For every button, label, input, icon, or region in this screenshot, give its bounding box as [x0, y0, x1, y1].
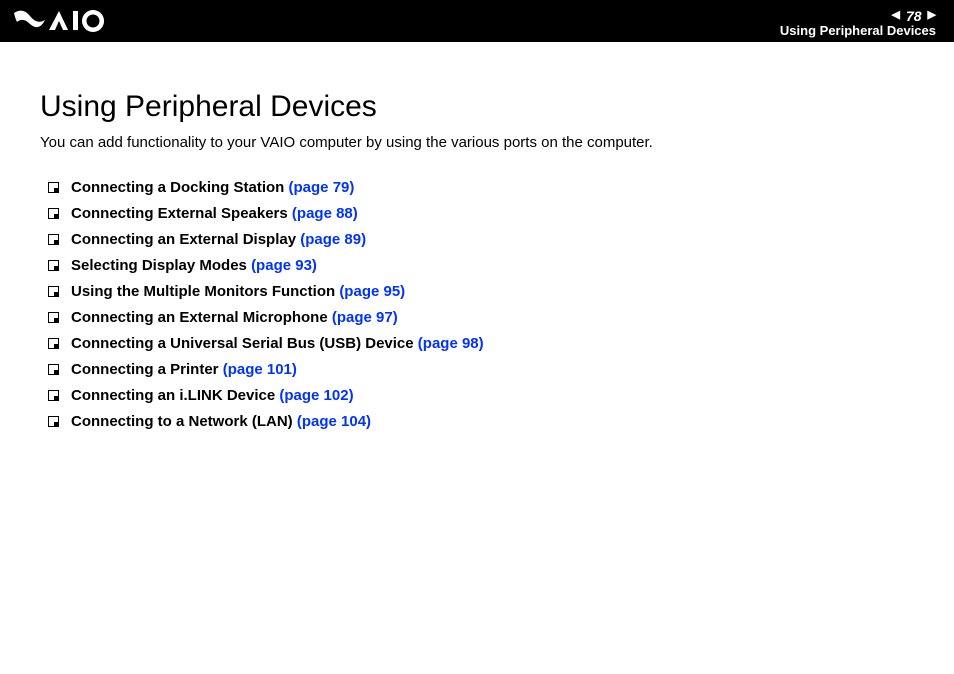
toc-page-ref[interactable]: (page 95): [339, 283, 405, 300]
bullet-icon: [48, 182, 59, 193]
toc-item: Connecting External Speakers (page 88): [48, 205, 914, 222]
bullet-icon: [48, 390, 59, 401]
toc-item-title: Connecting External Speakers: [71, 205, 288, 222]
header-right: ◀ 78 ▶ Using Peripheral Devices: [780, 6, 936, 37]
toc-page-ref[interactable]: (page 79): [289, 179, 355, 196]
bullet-icon: [48, 312, 59, 323]
toc-item-title: Selecting Display Modes: [71, 257, 247, 274]
next-page-arrow-icon[interactable]: ▶: [928, 10, 936, 21]
toc-item-title: Connecting a Universal Serial Bus (USB) …: [71, 335, 414, 352]
toc-item: Connecting to a Network (LAN) (page 104): [48, 413, 914, 430]
bullet-icon: [48, 286, 59, 297]
toc-item: Connecting an External Display (page 89): [48, 231, 914, 248]
toc-page-ref[interactable]: (page 93): [251, 257, 317, 274]
vaio-logo-icon: [14, 10, 134, 32]
toc-item-title: Connecting a Docking Station: [71, 179, 284, 196]
page-title: Using Peripheral Devices: [40, 90, 914, 124]
bullet-icon: [48, 364, 59, 375]
toc-item-title: Connecting an i.LINK Device: [71, 387, 275, 404]
toc-item: Selecting Display Modes (page 93): [48, 257, 914, 274]
page-number: 78: [906, 9, 922, 23]
toc-item: Using the Multiple Monitors Function (pa…: [48, 283, 914, 300]
prev-page-arrow-icon[interactable]: ◀: [891, 10, 899, 21]
header-section-title: Using Peripheral Devices: [780, 24, 936, 37]
toc-item-title: Connecting an External Display: [71, 231, 296, 248]
toc-item: Connecting a Printer (page 101): [48, 361, 914, 378]
bullet-icon: [48, 416, 59, 427]
bullet-icon: [48, 234, 59, 245]
toc-page-ref[interactable]: (page 89): [300, 231, 366, 248]
toc-page-ref[interactable]: (page 97): [332, 309, 398, 326]
toc-item: Connecting a Universal Serial Bus (USB) …: [48, 335, 914, 352]
toc-page-ref[interactable]: (page 101): [223, 361, 297, 378]
toc-page-ref[interactable]: (page 88): [292, 205, 358, 222]
toc-page-ref[interactable]: (page 104): [297, 413, 371, 430]
bullet-icon: [48, 260, 59, 271]
intro-text: You can add functionality to your VAIO c…: [40, 134, 914, 151]
page-navigator: ◀ 78 ▶: [891, 9, 936, 23]
toc-item: Connecting a Docking Station (page 79): [48, 179, 914, 196]
vaio-logo: [14, 0, 134, 42]
document-page: ◀ 78 ▶ Using Peripheral Devices Using Pe…: [0, 0, 954, 674]
toc-page-ref[interactable]: (page 102): [279, 387, 353, 404]
toc-item-title: Connecting an External Microphone: [71, 309, 328, 326]
toc-item: Connecting an External Microphone (page …: [48, 309, 914, 326]
page-content: Using Peripheral Devices You can add fun…: [0, 42, 954, 430]
toc-item-title: Connecting a Printer: [71, 361, 219, 378]
toc-item: Connecting an i.LINK Device (page 102): [48, 387, 914, 404]
toc-item-title: Using the Multiple Monitors Function: [71, 283, 335, 300]
bullet-icon: [48, 208, 59, 219]
toc-list: Connecting a Docking Station (page 79) C…: [40, 179, 914, 430]
bullet-icon: [48, 338, 59, 349]
header-bar: ◀ 78 ▶ Using Peripheral Devices: [0, 0, 954, 42]
toc-item-title: Connecting to a Network (LAN): [71, 413, 293, 430]
toc-page-ref[interactable]: (page 98): [418, 335, 484, 352]
